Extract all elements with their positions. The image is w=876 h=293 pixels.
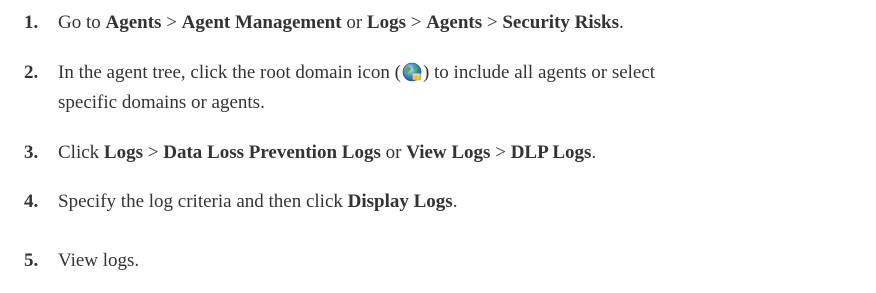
step-text-run: ) to include all agents or select [422,62,656,83]
step-number: 2. [24,62,39,83]
step-text-run: . [619,12,624,33]
menu-data-loss-prevention-logs: Data Loss Prevention Logs [163,142,381,163]
step-text-run: View logs. [58,250,140,271]
step-text-run: > [490,142,511,163]
step-number: 5. [24,250,39,271]
button-display-logs: Display Logs [347,191,453,212]
step-text-run: > [482,12,503,33]
step-number: 4. [24,191,39,212]
menu-logs: Logs [103,142,143,163]
step-text-run: . [591,142,597,163]
step-text-run: > [143,142,164,163]
step-text-run: Click [58,142,104,163]
menu-dlp-logs: DLP Logs [510,142,592,163]
step-text: In the agent tree, click the root domain… [58,58,868,118]
step-text: Go to Agents > Agent Management or Logs … [58,8,868,38]
root-domain-globe-icon [402,62,422,82]
step-number: 3. [24,142,39,163]
step-text-run: Go to [58,12,106,33]
menu-agents-sub: Agents [426,12,483,33]
menu-view-logs: View Logs [406,142,491,163]
step-text: Specify the log criteria and then click … [58,187,868,217]
step-text-run: > [161,12,182,33]
menu-agents: Agents [105,12,162,33]
menu-security-risks: Security Risks [502,12,620,33]
step-text-run: > [405,12,427,33]
step-text-run: In the agent tree, click the root domain… [58,62,401,83]
step-number: 1. [24,12,39,33]
step-text-run: or [341,12,367,33]
step-text-run: Specify the log criteria and then click [58,191,348,212]
step-text-run: specific domains or agents. [58,92,265,113]
menu-logs: Logs [366,12,406,33]
step-text: View logs. [58,246,868,276]
menu-agent-management: Agent Management [181,12,342,33]
step-text-run: . [452,191,458,212]
step-text: Click Logs > Data Loss Prevention Logs o… [58,138,868,168]
step-text-run: or [380,142,407,163]
